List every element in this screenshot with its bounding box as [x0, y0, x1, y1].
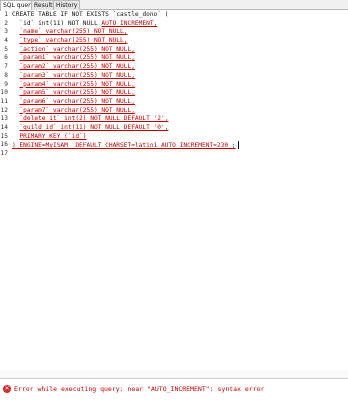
error-highlight-text: `name` varchar(255) NOT NULL, [19, 28, 128, 36]
error-highlight-text: `param1` varchar(255) NOT NULL, [19, 54, 135, 62]
line-number: 7 [4, 63, 8, 71]
error-highlight-text: AUTO_INCREMENT, [101, 19, 158, 27]
error-highlight-text: `param3` varchar(255) NOT NULL, [19, 71, 135, 79]
error-highlight-text: ) ENGINE=MyISAM DEFAULT CHARSET=latin1 A… [12, 142, 236, 150]
error-highlight-text: `param7` varchar(255) NOT NULL, [19, 106, 135, 114]
error-highlight-text: `param2` varchar(255) NOT NULL, [19, 63, 135, 71]
line-number: 6 [4, 54, 8, 62]
code-line: `param5` varchar(255) NOT NULL, [12, 89, 348, 98]
line-number: 12 [0, 106, 8, 114]
code-line: `name` varchar(255) NOT NULL, [12, 28, 348, 37]
line-number-gutter: 1 2 3 4 5 6 7 8 9 10 11 12 13 14 15 16 17 [0, 11, 9, 369]
status-bar: ✕ Error while executing query: near "AUT… [0, 378, 348, 400]
code-line: `type` varchar(255) NOT NULL, [12, 37, 348, 46]
editor-bottom-area [0, 369, 348, 378]
code-line: ) ENGINE=MyISAM DEFAULT CHARSET=latin1 A… [12, 141, 348, 150]
code-text: CREATE TABLE IF NOT EXISTS `castle_dono`… [12, 11, 169, 18]
line-number: 11 [0, 97, 8, 105]
line-number: 16 [0, 141, 8, 149]
error-highlight-text: PRIMARY KEY (`id`) [19, 132, 87, 140]
text-cursor [237, 141, 239, 150]
code-line: `param4` varchar(255) NOT NULL, [12, 81, 348, 90]
code-area[interactable]: CREATE TABLE IF NOT EXISTS `castle_dono`… [12, 11, 348, 159]
code-line: `param7` varchar(255) NOT NULL, [12, 107, 348, 116]
error-highlight-text: `guild_id` int(11) NOT NULL DEFAULT '0', [19, 123, 169, 131]
code-line: `param2` varchar(255) NOT NULL, [12, 63, 348, 72]
code-line: `guild_id` int(11) NOT NULL DEFAULT '0', [12, 124, 348, 133]
error-icon: ✕ [3, 385, 11, 393]
line-number: 3 [4, 28, 8, 36]
error-highlight-text: `action` varchar(255) NOT NULL, [19, 45, 135, 53]
line-number: 8 [4, 71, 8, 79]
line-number: 4 [4, 37, 8, 45]
line-number: 13 [0, 115, 8, 123]
code-line: `delete_it` int(2) NOT NULL DEFAULT '2', [12, 115, 348, 124]
line-number: 5 [4, 45, 8, 53]
code-line: `param1` varchar(255) NOT NULL, [12, 54, 348, 63]
line-number: 15 [0, 132, 8, 140]
line-number: 10 [0, 89, 8, 97]
code-line: `param6` varchar(255) NOT NULL, [12, 98, 348, 107]
error-highlight-text: `delete_it` int(2) NOT NULL DEFAULT '2', [19, 115, 169, 123]
line-number: 2 [4, 19, 8, 27]
line-number: 1 [4, 11, 8, 18]
code-line: `param3` varchar(255) NOT NULL, [12, 72, 348, 81]
code-line: CREATE TABLE IF NOT EXISTS `castle_dono`… [12, 11, 348, 20]
error-highlight-text: `param5` varchar(255) NOT NULL, [19, 89, 135, 97]
code-text: `id` int(11) NOT NULL [12, 19, 102, 27]
error-message: Error while executing query: near "AUTO_… [14, 385, 265, 393]
sql-editor[interactable]: 1 2 3 4 5 6 7 8 9 10 11 12 13 14 15 16 17 CREATE TABLE I… [0, 11, 348, 369]
code-line: PRIMARY KEY (`id`) [12, 133, 348, 142]
error-highlight-text: `param4` varchar(255) NOT NULL, [19, 80, 135, 88]
error-highlight-text: `param6` varchar(255) NOT NULL, [19, 97, 135, 105]
line-number: 14 [0, 123, 8, 131]
error-highlight-text: `type` varchar(255) NOT NULL, [19, 37, 128, 45]
tab-history[interactable]: History [53, 0, 81, 10]
line-number: 9 [4, 80, 8, 88]
query-tab-bar: SQL query Results History [0, 0, 348, 11]
line-number: 17 [0, 150, 8, 157]
